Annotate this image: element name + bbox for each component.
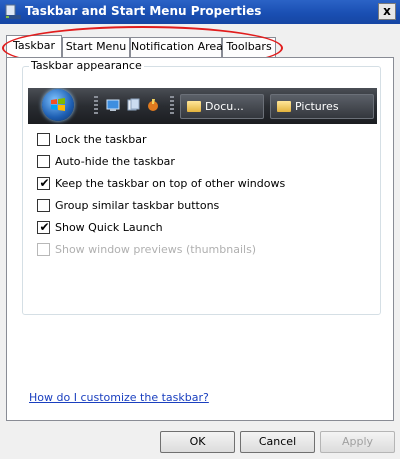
tab-notification-area[interactable]: Notification Area xyxy=(130,37,223,57)
taskbar-button-pictures: Pictures xyxy=(270,94,374,119)
taskbar-button-label: Docu... xyxy=(205,100,244,113)
switch-windows-icon xyxy=(127,98,140,111)
checkbox-label: Auto-hide the taskbar xyxy=(55,155,175,168)
ok-button[interactable]: OK xyxy=(160,431,235,453)
checkbox-box[interactable] xyxy=(37,199,50,212)
title-bar[interactable]: Taskbar and Start Menu Properties x xyxy=(0,0,400,24)
show-desktop-icon xyxy=(106,99,120,111)
customize-taskbar-help-link[interactable]: How do I customize the taskbar? xyxy=(29,391,209,404)
checkbox-box[interactable] xyxy=(37,133,50,146)
checkbox-label: Group similar taskbar buttons xyxy=(55,199,220,212)
tab-taskbar[interactable]: Taskbar xyxy=(6,35,62,57)
taskbar-appearance-group: Taskbar appearance Docu... Pictures xyxy=(22,59,381,315)
checkbox-box xyxy=(37,243,50,256)
toolbar-grip-icon xyxy=(170,96,174,116)
taskbar-preview: Docu... Pictures xyxy=(28,88,377,124)
check-mark-icon: ✔ xyxy=(39,176,50,190)
folder-icon xyxy=(187,101,201,112)
checkbox-label: Lock the taskbar xyxy=(55,133,147,146)
cancel-button[interactable]: Cancel xyxy=(240,431,315,453)
folder-icon xyxy=(277,101,291,112)
tab-toolbars[interactable]: Toolbars xyxy=(222,37,276,57)
taskbar-tab-panel: Taskbar appearance Docu... Pictures Lock… xyxy=(6,57,394,421)
taskbar-button-label: Pictures xyxy=(295,100,339,113)
taskbar-button-documents: Docu... xyxy=(180,94,264,119)
checkbox-box[interactable] xyxy=(37,155,50,168)
checkbox-box[interactable]: ✔ xyxy=(37,176,50,190)
tab-start-menu[interactable]: Start Menu xyxy=(62,37,130,57)
toolbar-grip-icon xyxy=(94,96,98,116)
group-label: Taskbar appearance xyxy=(29,59,144,72)
media-player-icon xyxy=(148,99,158,111)
start-orb-icon xyxy=(42,89,74,121)
taskbar-properties-icon xyxy=(5,4,21,19)
checkbox-label: Show window previews (thumbnails) xyxy=(55,243,257,256)
properties-dialog: Taskbar and Start Menu Properties x Task… xyxy=(0,0,400,459)
checkbox-box[interactable]: ✔ xyxy=(37,220,50,234)
apply-button: Apply xyxy=(320,431,395,453)
checkbox-label: Show Quick Launch xyxy=(55,221,163,234)
checkbox-label: Keep the taskbar on top of other windows xyxy=(55,177,286,190)
window-title: Taskbar and Start Menu Properties xyxy=(25,4,262,18)
check-mark-icon: ✔ xyxy=(39,220,50,234)
close-button[interactable]: x xyxy=(378,3,396,20)
